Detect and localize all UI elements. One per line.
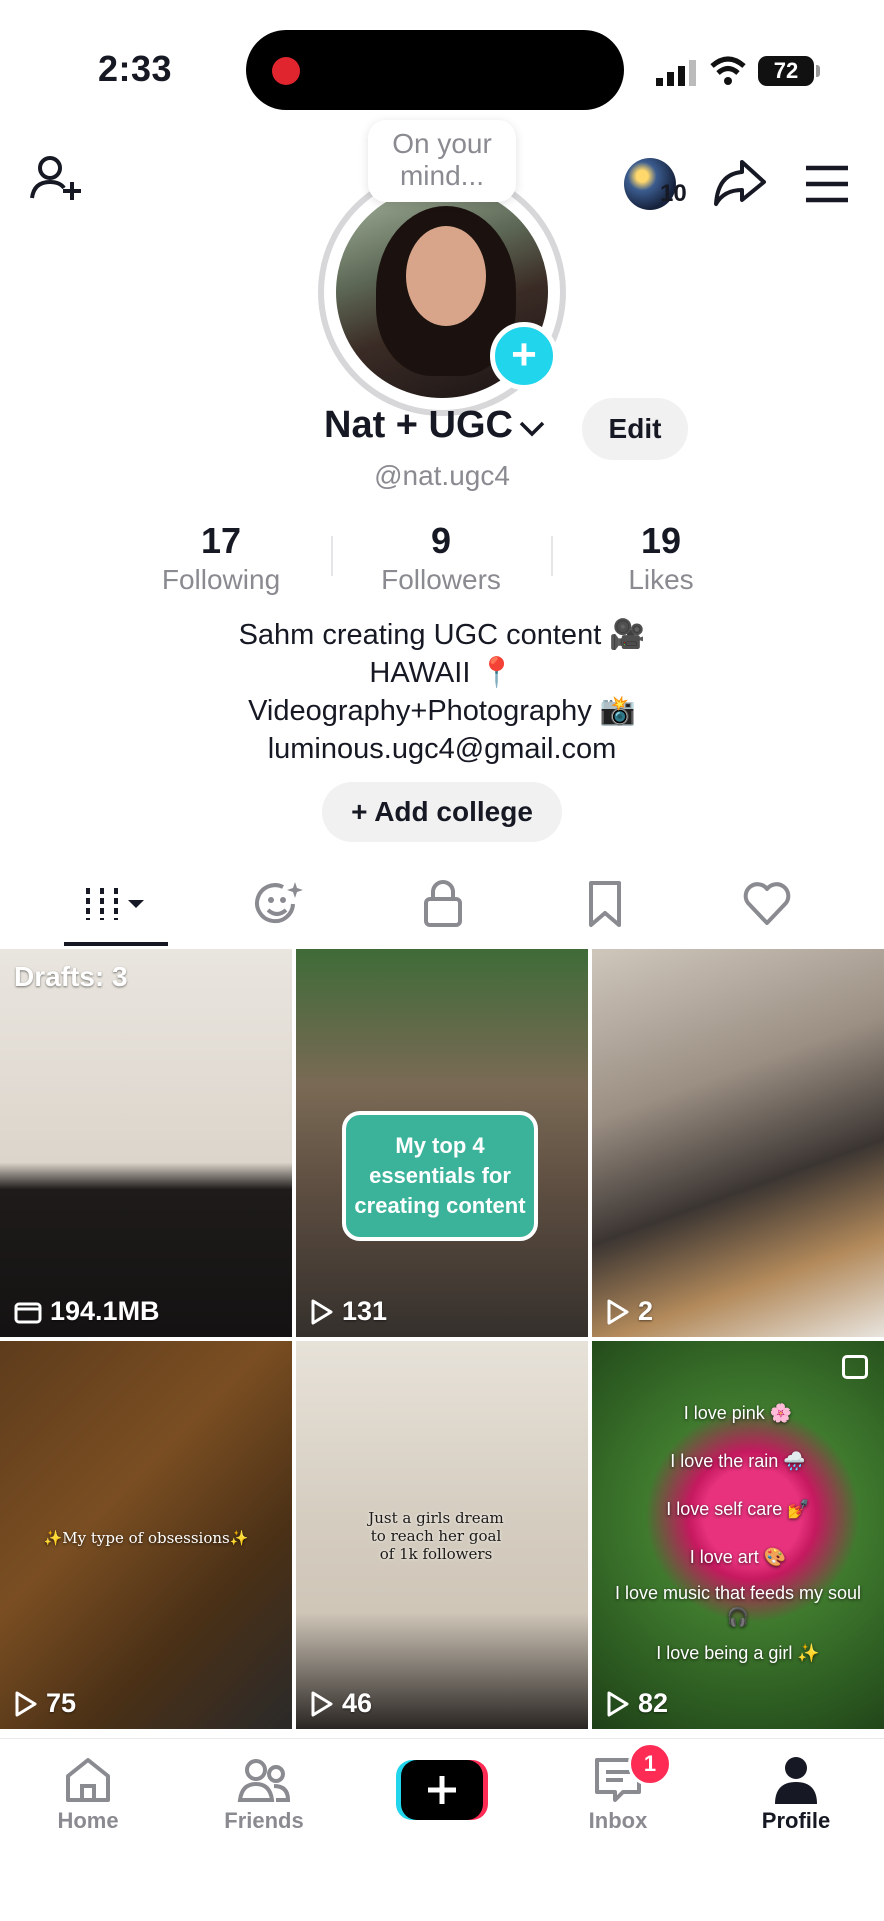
bio-email[interactable]: luminous.ugc4@gmail.com — [0, 730, 884, 768]
thumbnail-caption-list: I love pink 🌸 I love the rain 🌧️ I love … — [606, 1389, 870, 1677]
story-count: 10 — [660, 180, 687, 207]
avatar-face — [406, 226, 486, 326]
add-story-button[interactable]: + — [490, 322, 558, 390]
nav-label: Inbox — [588, 1808, 648, 1833]
notification-badge: 1 — [628, 1742, 672, 1786]
count-text: 75 — [46, 1688, 77, 1718]
stat-label: Likes — [628, 564, 694, 595]
nav-friends[interactable]: Friends — [194, 1752, 334, 1834]
profile-icon — [775, 1757, 817, 1804]
bookmark-icon — [589, 881, 621, 927]
stat-following[interactable]: 17 Following — [111, 520, 331, 596]
friends-icon — [237, 1759, 291, 1802]
signal-icon — [656, 60, 696, 86]
thumbnail-caption: My top 4 essentials for creating content — [342, 1111, 538, 1241]
video-thumbnail[interactable]: Just a girls dream to reach her goal of … — [296, 1341, 588, 1729]
video-thumbnail[interactable]: My top 4 essentials for creating content… — [296, 949, 588, 1337]
nav-label: Friends — [224, 1808, 304, 1833]
count-text: 46 — [342, 1688, 373, 1718]
play-icon — [311, 1299, 333, 1324]
view-count: 2 — [606, 1296, 653, 1327]
add-friend-icon[interactable] — [28, 152, 88, 212]
caption-line: I love pink 🌸 — [683, 1403, 793, 1423]
active-tab-indicator — [64, 942, 168, 946]
dynamic-island — [246, 30, 624, 110]
heart-icon — [743, 882, 791, 925]
stat-value: 9 — [430, 520, 452, 561]
count-text: 82 — [638, 1688, 669, 1718]
share-icon[interactable] — [710, 154, 770, 214]
thumbnail-caption: Just a girls dream to reach her goal of … — [368, 1509, 504, 1563]
count-text: 194.1MB — [50, 1296, 160, 1326]
caption-line: I love being a girl ✨ — [656, 1643, 820, 1663]
recording-indicator — [272, 57, 300, 85]
thought-bubble[interactable]: On your mind... — [368, 120, 516, 202]
menu-icon[interactable] — [800, 156, 860, 216]
bio-line: HAWAII 📍 — [369, 657, 515, 689]
add-college-button[interactable]: + Add college — [322, 782, 562, 842]
battery-tip — [816, 65, 820, 77]
caption-line: I love the rain 🌧️ — [670, 1451, 806, 1471]
bio-line: Videography+Photography 📸 — [248, 695, 636, 727]
play-icon — [607, 1691, 629, 1716]
stat-value: 17 — [200, 520, 242, 561]
stat-label: Followers — [381, 564, 501, 595]
count-text: 2 — [638, 1296, 654, 1326]
drafts-label: Drafts: 3 — [14, 961, 128, 992]
video-thumbnail[interactable]: I love pink 🌸 I love the rain 🌧️ I love … — [592, 1341, 884, 1729]
tab-videos[interactable] — [76, 874, 146, 934]
tab-saved[interactable] — [570, 874, 640, 934]
caption-line: I love self care 💅 — [666, 1499, 810, 1519]
battery-indicator: 72 — [758, 56, 814, 86]
chevron-down-icon[interactable] — [518, 416, 546, 440]
multi-photo-icon — [842, 1355, 868, 1379]
nav-label: Profile — [761, 1808, 831, 1833]
count-text: 131 — [342, 1296, 388, 1326]
caption-line: I love art 🎨 — [689, 1547, 787, 1567]
nav-label: Home — [57, 1808, 119, 1833]
tab-reposts[interactable] — [244, 874, 314, 934]
stat-likes[interactable]: 19 Likes — [551, 520, 771, 596]
play-icon — [311, 1691, 333, 1716]
draft-thumbnail[interactable]: Drafts: 3 194.1MB — [0, 949, 292, 1337]
tab-private[interactable] — [408, 874, 478, 934]
play-icon — [15, 1691, 37, 1716]
nav-profile[interactable]: Profile — [726, 1752, 866, 1834]
nav-home[interactable]: Home — [18, 1752, 158, 1834]
view-count: 75 — [14, 1688, 76, 1719]
profile-name[interactable]: Nat + UGC — [324, 404, 513, 447]
home-icon — [66, 1758, 110, 1802]
bio-line: Sahm creating UGC content 🎥 — [238, 619, 646, 651]
profile-handle: @nat.ugc4 — [374, 460, 510, 491]
view-count: 82 — [606, 1688, 668, 1719]
stat-value: 19 — [640, 520, 682, 561]
videos-grid-icon — [86, 888, 144, 920]
play-icon — [607, 1299, 629, 1324]
thumbnail-caption: ✨My type of obsessions✨ — [43, 1529, 249, 1547]
lock-icon — [424, 880, 462, 927]
video-thumbnail[interactable]: 2 — [592, 949, 884, 1337]
video-thumbnail[interactable]: ✨My type of obsessions✨ 75 — [0, 1341, 292, 1729]
view-count: 46 — [310, 1688, 372, 1719]
status-time: 2:33 — [98, 48, 173, 89]
view-count: 131 — [310, 1296, 387, 1327]
wifi-icon — [710, 56, 746, 85]
create-button[interactable] — [396, 1760, 488, 1820]
folder-icon — [14, 1302, 42, 1323]
stat-followers[interactable]: 9 Followers — [331, 520, 551, 596]
edit-profile-button[interactable]: Edit — [582, 398, 688, 460]
stat-label: Following — [161, 564, 281, 595]
smiley-sparkle-icon — [255, 882, 303, 924]
profile-bio: Sahm creating UGC content 🎥 HAWAII 📍 Vid… — [0, 616, 884, 768]
caption-line: I love music that feeds my soul 🎧 — [614, 1583, 862, 1627]
storage-size: 194.1MB — [14, 1296, 160, 1327]
tab-liked[interactable] — [732, 874, 802, 934]
